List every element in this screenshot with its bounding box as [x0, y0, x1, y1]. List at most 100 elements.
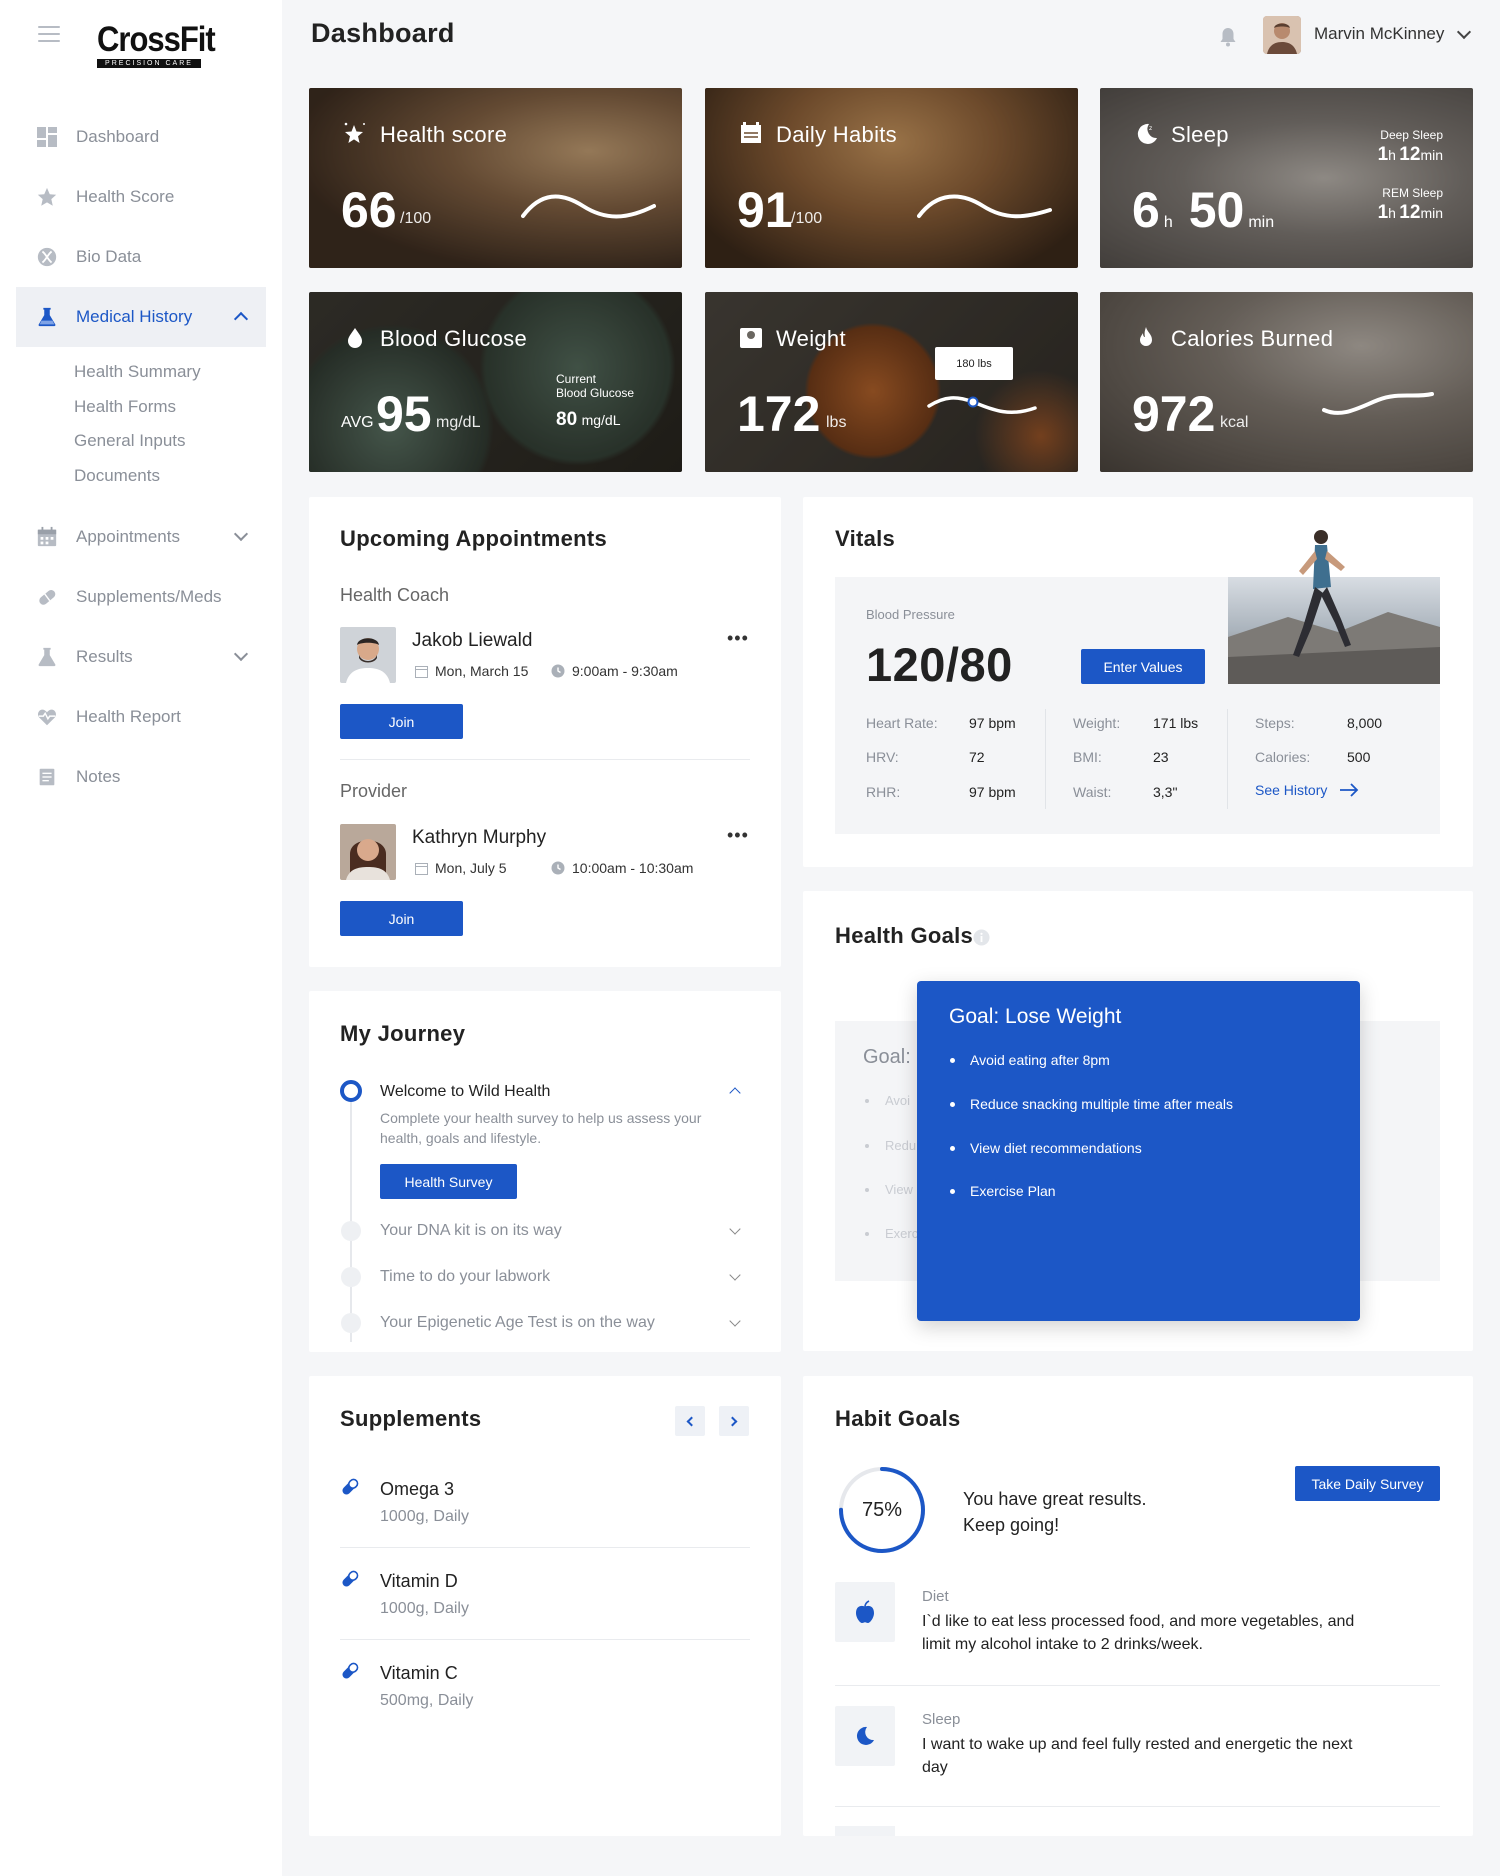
previous-button[interactable]: [675, 1406, 705, 1436]
journey-step-title[interactable]: Welcome to Wild Health: [380, 1083, 550, 1101]
svg-text:z: z: [1149, 125, 1152, 132]
tile-value: 172: [737, 386, 821, 442]
sidebar-item-health-report[interactable]: Health Report: [16, 687, 266, 747]
sleep-hours-unit: h: [1163, 214, 1173, 231]
chevron-down-icon[interactable]: [1456, 24, 1472, 40]
divider: [1227, 709, 1228, 809]
current-label: Current: [556, 372, 597, 386]
appointment-date-text: Mon, March 15: [435, 663, 529, 679]
calories-burned-tile[interactable]: Calories Burned 972 kcal: [1100, 292, 1473, 472]
daily-habits-tile[interactable]: Daily Habits 91 /100: [705, 88, 1078, 268]
tile-value: 66: [341, 182, 397, 238]
appointment-date: Mon, July 5: [415, 860, 507, 876]
rem-sleep: REM Sleep 1h 12min: [1378, 186, 1443, 224]
take-daily-survey-button[interactable]: Take Daily Survey: [1295, 1466, 1440, 1501]
heart-pulse-icon: [36, 706, 58, 728]
current-label-2: Blood Glucose: [556, 386, 635, 400]
goal-popup[interactable]: Goal: Lose Weight Avoid eating after 8pm…: [917, 981, 1360, 1321]
menu-toggle-icon[interactable]: [38, 26, 60, 44]
calendar-icon: [415, 862, 428, 875]
user-name[interactable]: Marvin McKinney: [1314, 24, 1444, 44]
moon-icon: [856, 1726, 874, 1745]
sidebar-item-medical-history[interactable]: Medical History: [16, 287, 266, 347]
blood-glucose-tile[interactable]: Blood Glucose AVG 95 mg/dL Current Blood…: [309, 292, 682, 472]
tile-unit: /100: [400, 210, 432, 227]
chevron-down-icon[interactable]: [729, 1315, 741, 1327]
habit-category: Sleep: [922, 1711, 961, 1728]
bell-icon[interactable]: [1219, 27, 1237, 47]
sleep-tile[interactable]: z Sleep 6 h 50 min Deep Sleep 1h 12min R…: [1100, 88, 1473, 268]
vital-value: 3,3": [1153, 784, 1178, 800]
weight-tooltip: 180 lbs: [935, 347, 1013, 380]
sidebar-item-health-score[interactable]: Health Score: [16, 167, 266, 227]
chevron-down-icon[interactable]: [729, 1269, 741, 1281]
see-history-label: See History: [1255, 782, 1328, 798]
appointment-date: Mon, March 15: [415, 663, 528, 679]
enter-values-button[interactable]: Enter Values: [1081, 649, 1205, 684]
journey-active-dot: [340, 1080, 362, 1102]
chevron-down-icon[interactable]: [233, 646, 249, 662]
submenu-item-health-summary[interactable]: Health Summary: [74, 355, 266, 390]
deep-sleep-label: Deep Sleep: [1380, 128, 1443, 142]
sidebar-item-bio-data[interactable]: Bio Data: [16, 227, 266, 287]
appointments-card: Upcoming Appointments Health Coach Jakob…: [309, 497, 781, 967]
current-unit: mg/dL: [581, 412, 621, 428]
brand-logo[interactable]: CrossFit PRECISION CARE: [97, 21, 216, 68]
chevron-down-icon[interactable]: [729, 1223, 741, 1235]
journey-step-desc: Complete your health survey to help us a…: [380, 1108, 701, 1148]
journey-desc-line: Complete your health survey to help us a…: [380, 1110, 702, 1126]
bp-label: Blood Pressure: [866, 607, 955, 622]
chevron-up-icon[interactable]: [233, 311, 249, 327]
weight-tile[interactable]: Weight 172 lbs 180 lbs: [705, 292, 1078, 472]
health-survey-button[interactable]: Health Survey: [380, 1164, 517, 1199]
habit-message-line: You have great results.: [963, 1489, 1147, 1509]
join-button[interactable]: Join: [340, 704, 463, 739]
goal-item: View diet recommendations: [950, 1140, 1142, 1156]
submenu-item-documents[interactable]: Documents: [74, 459, 266, 494]
avg-label: AVG: [341, 414, 374, 431]
health-score-tile[interactable]: Health score 66 /100: [309, 88, 682, 268]
supplement-name: Vitamin C: [380, 1663, 458, 1683]
tile-title: Daily Habits: [776, 122, 897, 147]
info-icon[interactable]: [973, 929, 990, 946]
user-avatar[interactable]: [1263, 16, 1301, 54]
sidebar-item-supplements-meds[interactable]: Supplements/Meds: [16, 567, 266, 627]
vital-value: 8,000: [1347, 715, 1383, 731]
pill-icon: [342, 1570, 359, 1587]
tile-unit: /100: [791, 210, 823, 227]
sidebar-item-appointments[interactable]: Appointments: [16, 507, 266, 567]
chevron-up-icon[interactable]: [729, 1087, 741, 1099]
journey-step-title[interactable]: Your DNA kit is on its way: [380, 1222, 562, 1240]
see-history-link[interactable]: See History: [1255, 782, 1359, 798]
deep-sleep-minutes: 12: [1399, 144, 1421, 165]
sidebar-item-label: Medical History: [76, 307, 193, 326]
tile-title: Health score: [380, 122, 508, 147]
sidebar-item-label: Bio Data: [76, 247, 142, 266]
supplement-dose: 1000g, Daily: [380, 1600, 469, 1617]
sidebar-item-label: Notes: [76, 767, 121, 786]
more-options-icon[interactable]: •••: [727, 825, 749, 846]
next-button[interactable]: [719, 1406, 749, 1436]
habit-text: I`d like to eat less processed food, and…: [922, 1610, 1354, 1656]
flask-icon: [36, 306, 58, 328]
goal-background-item: Avoi: [864, 1093, 911, 1108]
sidebar-item-notes[interactable]: Notes: [16, 747, 266, 807]
goal-item: Avoid eating after 8pm: [950, 1052, 1110, 1068]
sidebar-item-dashboard[interactable]: Dashboard: [16, 107, 266, 167]
divider: [1045, 709, 1046, 809]
moon-icon: z: [1137, 123, 1157, 144]
more-options-icon[interactable]: •••: [727, 628, 749, 649]
join-button[interactable]: Join: [340, 901, 463, 936]
pill-icon: [342, 1662, 359, 1679]
vitals-card: Vitals Blood Pressure 120/80 Enter Value…: [803, 497, 1473, 867]
journey-step-title[interactable]: Time to do your labwork: [380, 1268, 550, 1286]
submenu-item-health-forms[interactable]: Health Forms: [74, 390, 266, 425]
tile-title: Calories Burned: [1171, 326, 1334, 351]
sidebar-item-label: Health Report: [76, 707, 181, 726]
sidebar-item-results[interactable]: Results: [16, 627, 266, 687]
sidebar-item-label: Appointments: [76, 527, 180, 546]
journey-step-title[interactable]: Your Epigenetic Age Test is on the way: [380, 1314, 655, 1332]
submenu-item-general-inputs[interactable]: General Inputs: [74, 424, 266, 459]
chevron-down-icon[interactable]: [233, 526, 249, 542]
brand-tagline: PRECISION CARE: [97, 59, 201, 68]
